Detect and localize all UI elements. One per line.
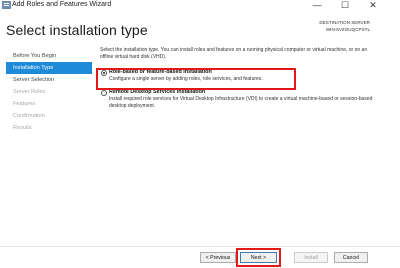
nav-item-confirmation: Confirmation	[13, 113, 45, 119]
title-bar: Add Roles and Features Wizard — ☐ ✕	[0, 0, 400, 12]
destination-label: DESTINATION SERVER	[319, 20, 370, 25]
destination-server-info: DESTINATION SERVER WIN-5VZOUQCPSTL	[319, 20, 370, 33]
option-remote-desktop-title: Remote Desktop Services installation	[109, 89, 206, 95]
close-button[interactable]: ✕	[362, 0, 384, 11]
minimize-button[interactable]: —	[306, 0, 328, 11]
maximize-button[interactable]: ☐	[334, 0, 356, 11]
nav-item-features: Features	[13, 101, 36, 107]
wizard-nav: Before You Begin Installation Type Serve…	[6, 50, 93, 134]
window-title: Add Roles and Features Wizard	[12, 1, 112, 8]
installation-type-description: Select the installation type. You can in…	[100, 47, 368, 60]
selection-highlight-box	[96, 68, 296, 90]
option-remote-desktop[interactable]: Remote Desktop Services installation Ins…	[100, 89, 375, 110]
install-button: Install	[294, 252, 328, 263]
nav-item-before-you-begin[interactable]: Before You Begin	[13, 50, 93, 62]
nav-item-results: Results	[13, 125, 32, 131]
nav-item-installation-type[interactable]: Installation Type	[6, 62, 92, 74]
cancel-button[interactable]: Cancel	[334, 252, 368, 263]
nav-item-server-selection[interactable]: Server Selection	[13, 74, 93, 86]
page-title: Select installation type	[6, 22, 148, 38]
option-remote-desktop-desc: Install required role services for Virtu…	[109, 96, 373, 109]
radio-remote-desktop[interactable]	[101, 90, 107, 96]
destination-server-name: WIN-5VZOUQCPSTL	[325, 26, 370, 32]
previous-button[interactable]: < Previous	[200, 252, 236, 263]
server-manager-icon	[2, 1, 11, 9]
footer-divider	[0, 246, 400, 247]
next-highlight-box	[236, 248, 281, 267]
nav-item-server-roles: Server Roles	[13, 89, 46, 95]
